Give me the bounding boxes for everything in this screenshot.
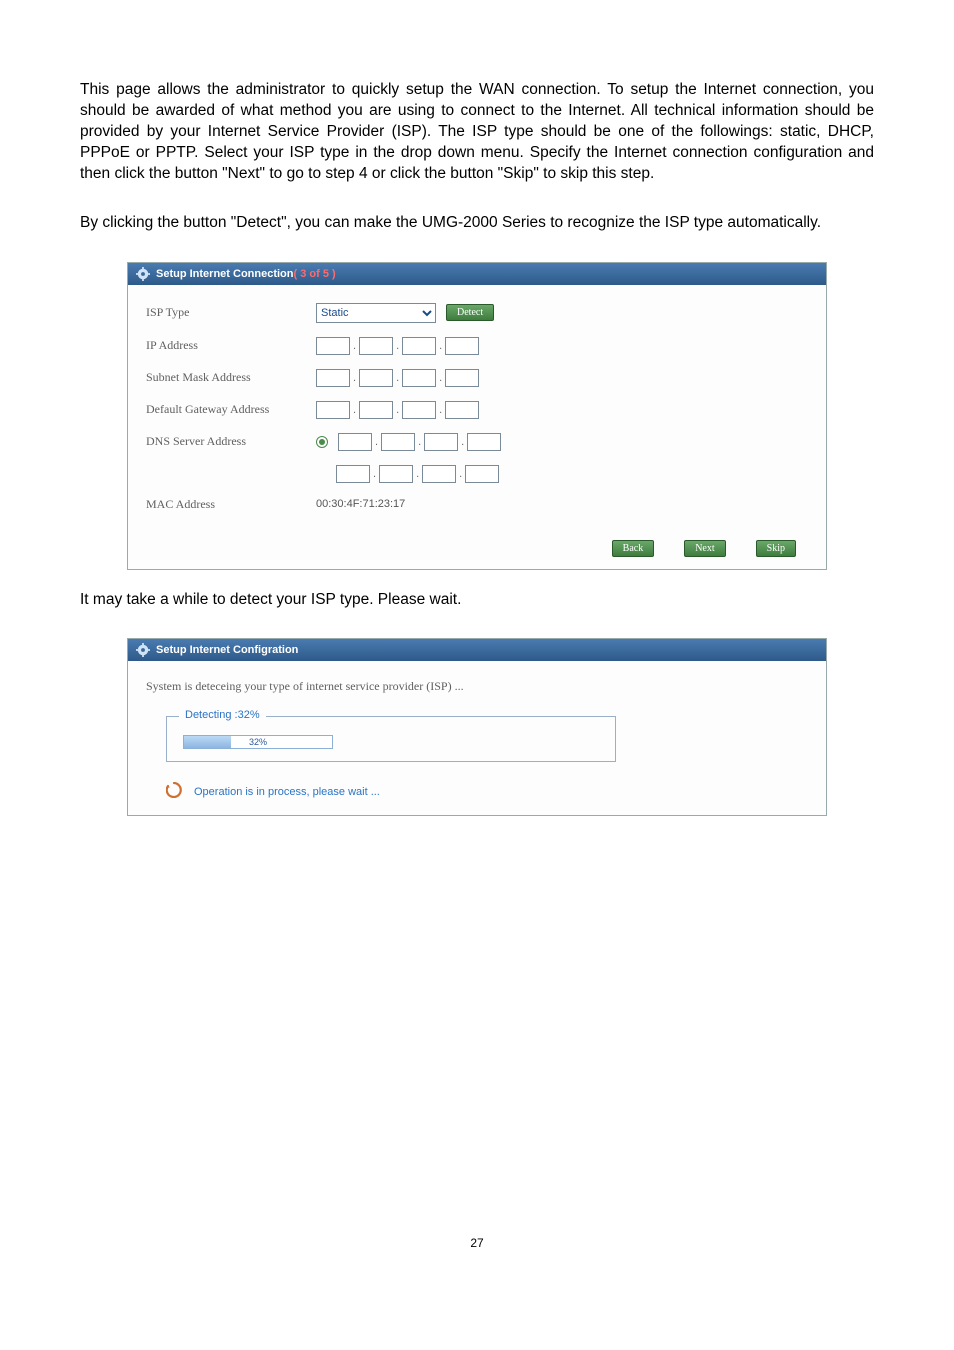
paragraph-detect: By clicking the button "Detect", you can…	[80, 213, 874, 234]
mac-address-label: MAC Address	[146, 497, 316, 512]
dot-separator: .	[352, 372, 357, 384]
detecting-note: System is deteceing your type of interne…	[146, 679, 816, 694]
default-gateway-label: Default Gateway Address	[146, 402, 316, 417]
detect-button[interactable]: Detect	[446, 304, 494, 321]
panel2-header: Setup Internet Configration	[128, 639, 826, 661]
panel-body: ISP Type Static Detect IP Address . . .	[128, 285, 826, 534]
dns1-octet-1[interactable]	[338, 433, 372, 451]
subnet-octet-2[interactable]	[359, 369, 393, 387]
panel-header: Setup Internet Connection ( 3 of 5 )	[128, 263, 826, 285]
dns2-octet-2[interactable]	[379, 465, 413, 483]
dot-separator: .	[438, 404, 443, 416]
panel2-title: Setup Internet Configration	[156, 644, 298, 656]
progress-bar-text: 32%	[184, 736, 332, 748]
detecting-legend: Detecting :32%	[179, 709, 266, 721]
gear-icon	[136, 267, 150, 281]
dns2-octet-1[interactable]	[336, 465, 370, 483]
dns-radio[interactable]	[316, 436, 328, 448]
gear-icon	[136, 643, 150, 657]
dot-separator: .	[395, 404, 400, 416]
dns1-input-group: . . .	[316, 433, 501, 451]
status-row: Operation is in process, please wait ...	[166, 782, 816, 801]
panel-title-prefix: Setup Internet Connection	[156, 268, 294, 280]
dns1-octet-2[interactable]	[381, 433, 415, 451]
progress-bar: 32%	[183, 735, 333, 749]
next-button[interactable]: Next	[684, 540, 725, 557]
ip-octet-4[interactable]	[445, 337, 479, 355]
dot-separator: .	[460, 436, 465, 448]
ip-octet-2[interactable]	[359, 337, 393, 355]
isp-type-select[interactable]: Static	[316, 303, 436, 323]
status-text: Operation is in process, please wait ...	[194, 786, 380, 798]
dns1-octet-3[interactable]	[424, 433, 458, 451]
dot-separator: .	[417, 436, 422, 448]
dot-separator: .	[352, 404, 357, 416]
dns2-octet-3[interactable]	[422, 465, 456, 483]
dns2-input-group: . . .	[336, 465, 499, 483]
paragraph-wait: It may take a while to detect your ISP t…	[80, 590, 874, 611]
dot-separator: .	[438, 340, 443, 352]
dot-separator: .	[395, 340, 400, 352]
ip-octet-3[interactable]	[402, 337, 436, 355]
detecting-fieldset: Detecting :32% 32%	[166, 716, 616, 762]
dns-server-label: DNS Server Address	[146, 434, 316, 449]
spinner-icon	[166, 782, 182, 801]
setup-internet-connection-panel: Setup Internet Connection ( 3 of 5 ) ISP…	[127, 262, 827, 570]
dot-separator: .	[395, 372, 400, 384]
dot-separator: .	[458, 468, 463, 480]
dot-separator: .	[415, 468, 420, 480]
mac-address-value: 00:30:4F:71:23:17	[316, 498, 405, 510]
dot-separator: .	[374, 436, 379, 448]
dot-separator: .	[352, 340, 357, 352]
paragraph-wan-setup: This page allows the administrator to qu…	[80, 80, 874, 185]
skip-button[interactable]: Skip	[756, 540, 796, 557]
dns1-octet-4[interactable]	[467, 433, 501, 451]
gateway-octet-2[interactable]	[359, 401, 393, 419]
ip-address-label: IP Address	[146, 338, 316, 353]
page-number: 27	[80, 1236, 874, 1250]
subnet-octet-1[interactable]	[316, 369, 350, 387]
ip-address-input-group: . . .	[316, 337, 479, 355]
subnet-mask-input-group: . . .	[316, 369, 479, 387]
subnet-octet-4[interactable]	[445, 369, 479, 387]
setup-internet-configration-panel: Setup Internet Configration System is de…	[127, 638, 827, 816]
dot-separator: .	[438, 372, 443, 384]
gateway-octet-3[interactable]	[402, 401, 436, 419]
back-button[interactable]: Back	[612, 540, 655, 557]
dns2-octet-4[interactable]	[465, 465, 499, 483]
subnet-mask-label: Subnet Mask Address	[146, 370, 316, 385]
isp-type-label: ISP Type	[146, 305, 316, 320]
gateway-input-group: . . .	[316, 401, 479, 419]
dot-separator: .	[372, 468, 377, 480]
subnet-octet-3[interactable]	[402, 369, 436, 387]
ip-octet-1[interactable]	[316, 337, 350, 355]
gateway-octet-4[interactable]	[445, 401, 479, 419]
gateway-octet-1[interactable]	[316, 401, 350, 419]
panel-title-step: ( 3 of 5 )	[294, 268, 336, 280]
